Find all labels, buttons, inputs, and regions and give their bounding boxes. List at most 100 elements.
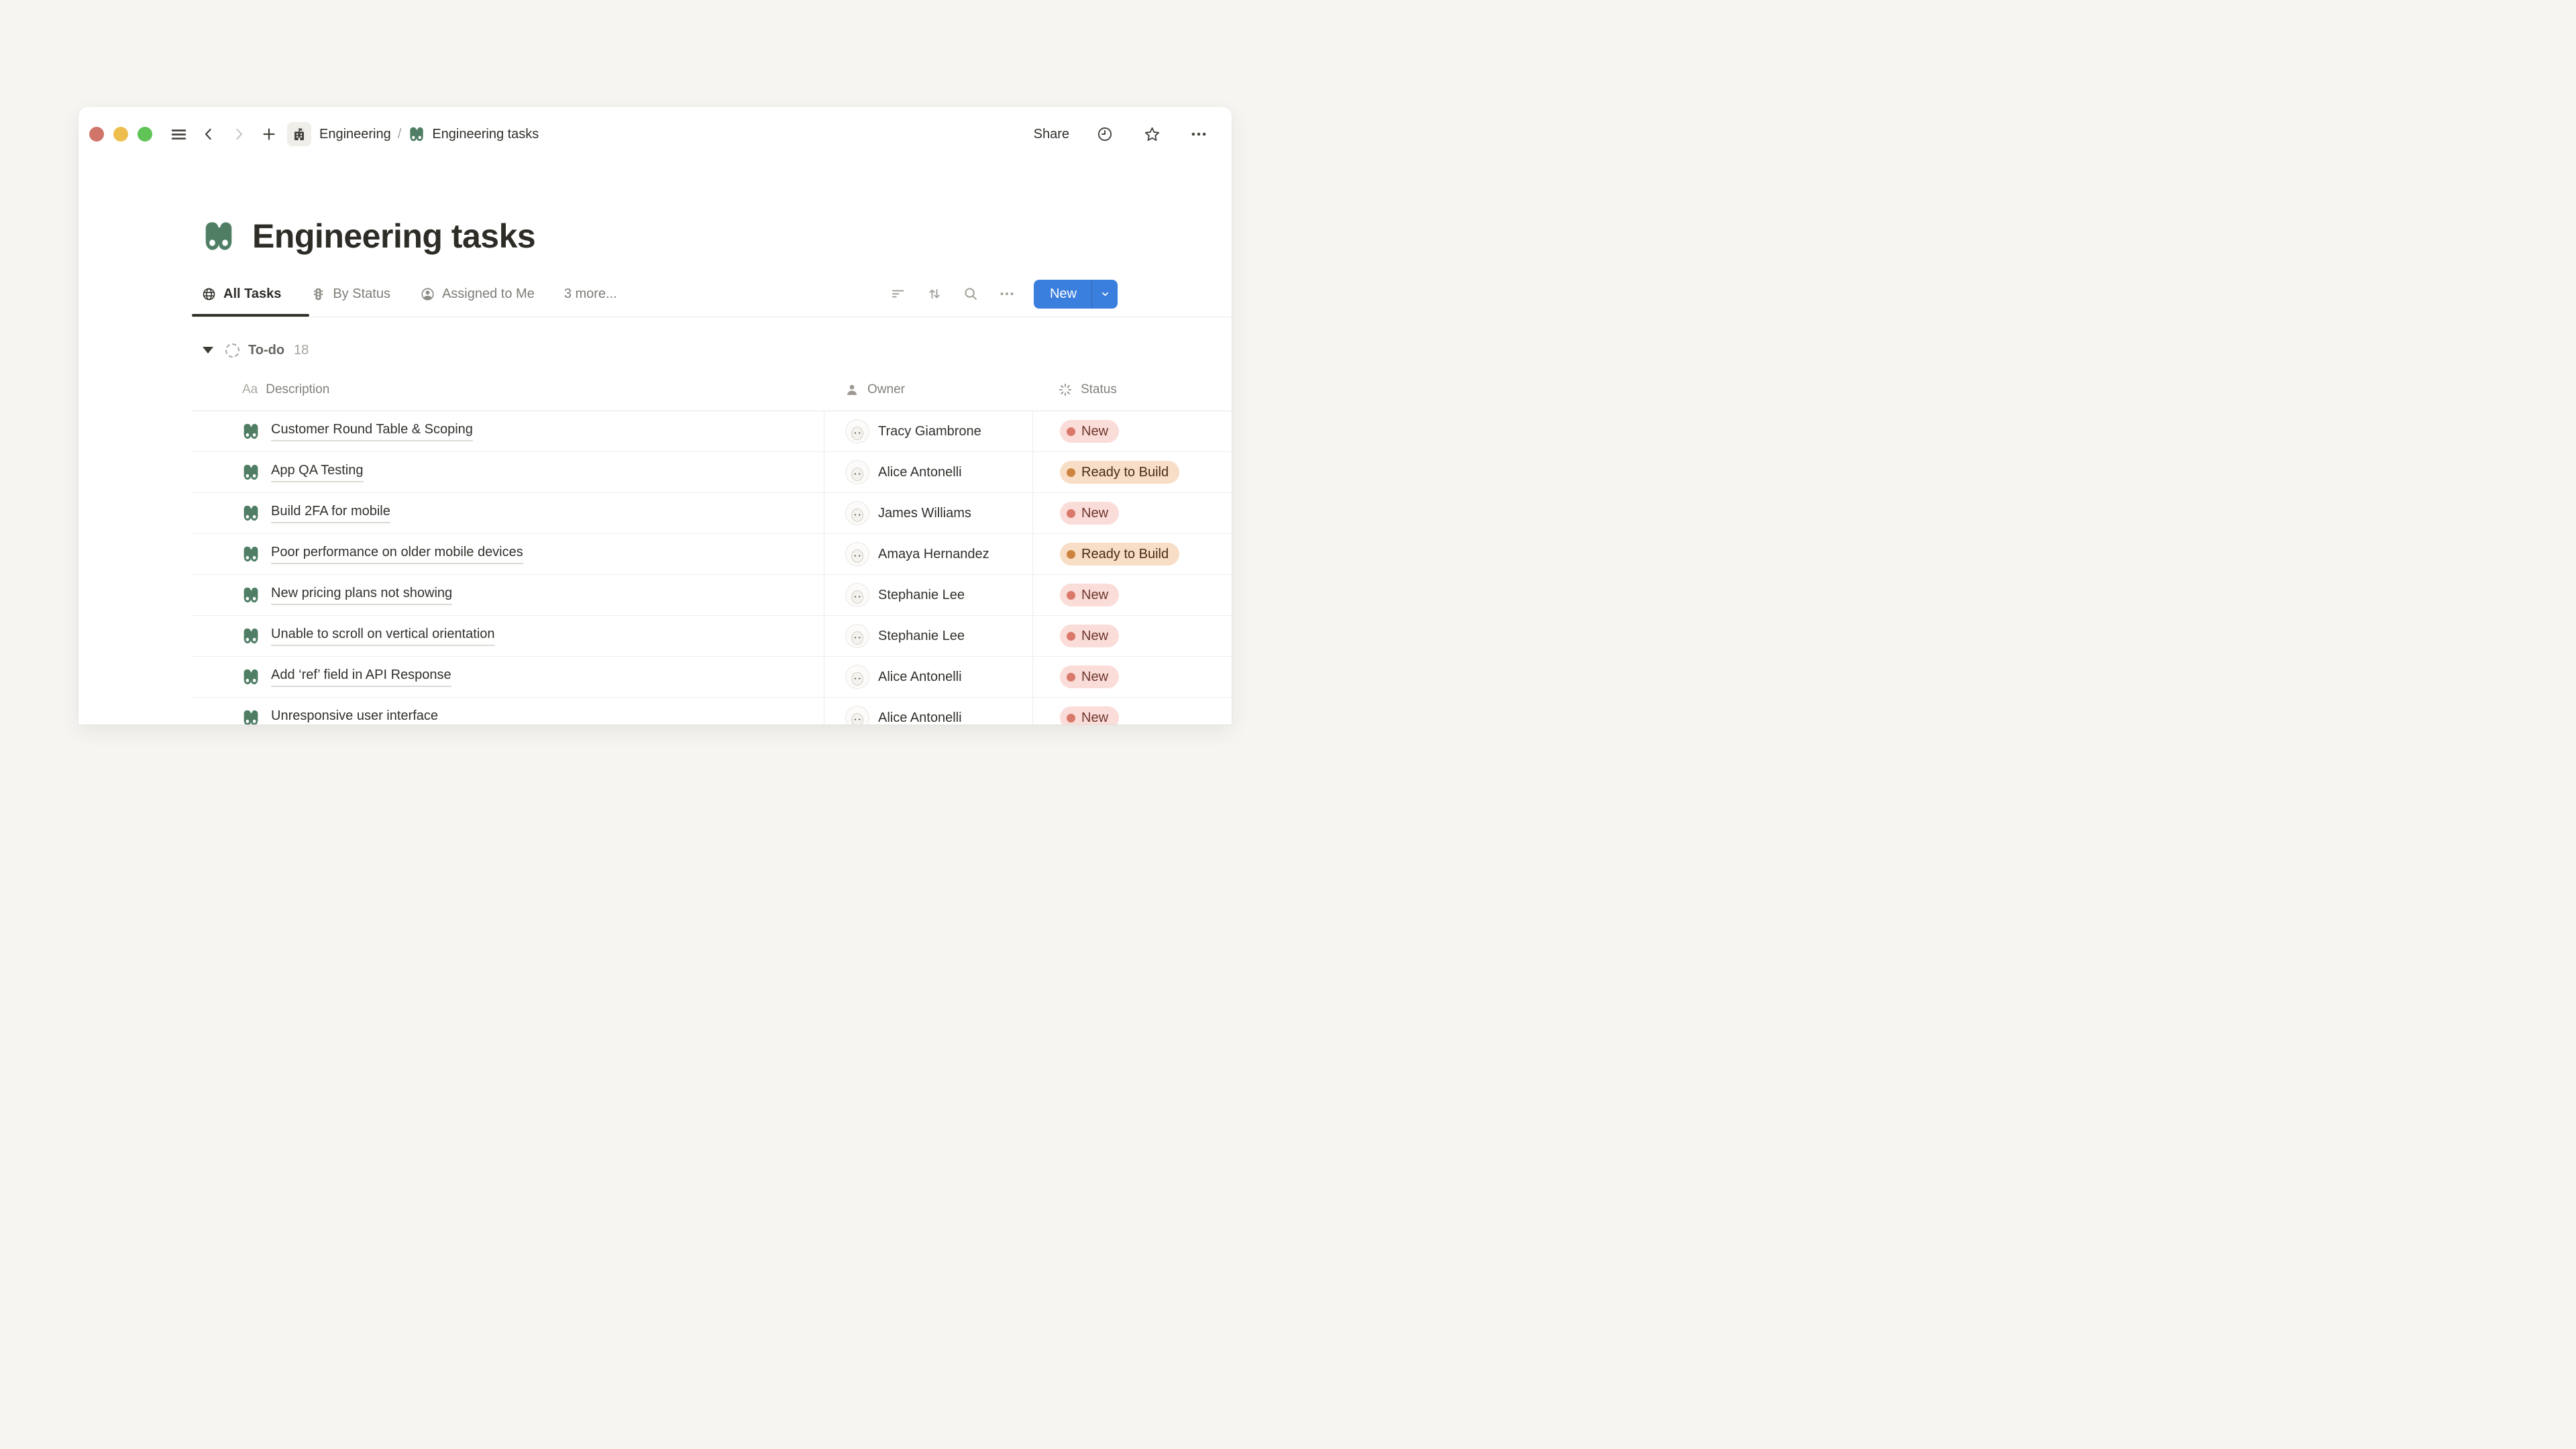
history-clock-icon[interactable] [1093, 123, 1116, 146]
favorite-star-icon[interactable] [1140, 123, 1163, 146]
page-title[interactable]: Engineering tasks [252, 217, 535, 256]
owner-cell[interactable]: Alice Antonelli [824, 452, 1032, 492]
owner-cell[interactable]: Stephanie Lee [824, 575, 1032, 615]
new-dropdown-button[interactable] [1092, 280, 1118, 309]
new-page-plus-icon[interactable] [258, 123, 280, 146]
tab-label: Assigned to Me [442, 286, 535, 302]
page-header: Engineering tasks [201, 217, 535, 255]
more-options-icon[interactable] [1187, 123, 1210, 146]
status-label: New [1081, 424, 1108, 439]
tabs-more[interactable]: 3 more... [564, 286, 617, 302]
sort-icon[interactable] [926, 286, 943, 302]
task-title[interactable]: Poor performance on older mobile devices [271, 545, 523, 564]
task-cell[interactable]: Build 2FA for mobile [192, 493, 824, 533]
page-binoculars-icon[interactable] [201, 219, 236, 254]
status-cell[interactable]: New [1032, 575, 1232, 615]
owner-cell[interactable]: Alice Antonelli [824, 698, 1032, 724]
column-header-description[interactable]: Aa Description [192, 369, 824, 411]
status-cell[interactable]: Ready to Build [1032, 534, 1232, 574]
status-cell[interactable]: New [1032, 493, 1232, 533]
task-title[interactable]: Unresponsive user interface [271, 708, 438, 725]
owner-name: Stephanie Lee [878, 629, 965, 644]
binoculars-icon [241, 586, 260, 604]
view-options-icon[interactable] [999, 286, 1015, 302]
owner-name: Amaya Hernandez [878, 547, 989, 562]
back-icon[interactable] [197, 123, 220, 146]
share-button[interactable]: Share [1034, 127, 1069, 142]
status-cell[interactable]: Ready to Build [1032, 452, 1232, 492]
owner-cell[interactable]: Amaya Hernandez [824, 534, 1032, 574]
task-cell[interactable]: Unresponsive user interface [192, 698, 824, 724]
window-topbar: Engineering / Engineering tasks Share [78, 107, 1232, 162]
person-icon [845, 382, 859, 397]
column-header-status[interactable]: Status [1032, 369, 1232, 411]
status-label: New [1081, 629, 1108, 644]
status-badge[interactable]: New [1060, 502, 1119, 525]
status-cell[interactable]: New [1032, 698, 1232, 724]
zoom-window-icon[interactable] [138, 127, 152, 142]
binoculars-icon [241, 463, 260, 482]
status-cell[interactable]: New [1032, 411, 1232, 451]
chevron-down-icon [1099, 288, 1111, 300]
task-title[interactable]: Customer Round Table & Scoping [271, 422, 473, 441]
owner-cell[interactable]: Tracy Giambrone [824, 411, 1032, 451]
task-title[interactable]: Build 2FA for mobile [271, 504, 390, 523]
status-dot-icon [1067, 427, 1075, 436]
group-count: 18 [294, 343, 309, 358]
status-badge[interactable]: New [1060, 584, 1119, 606]
task-title[interactable]: Unable to scroll on vertical orientation [271, 627, 495, 646]
table-row: Unresponsive user interface Alice Antone… [192, 698, 1232, 724]
owner-cell[interactable]: Stephanie Lee [824, 616, 1032, 656]
owner-cell[interactable]: Alice Antonelli [824, 657, 1032, 697]
task-cell[interactable]: Poor performance on older mobile devices [192, 534, 824, 574]
task-title[interactable]: New pricing plans not showing [271, 586, 452, 605]
binoculars-icon [408, 125, 425, 143]
avatar [845, 665, 869, 689]
tab-all-tasks[interactable]: All Tasks [201, 286, 281, 302]
status-badge[interactable]: New [1060, 665, 1119, 688]
status-badge[interactable]: New [1060, 706, 1119, 724]
tab-assigned-to-me[interactable]: Assigned to Me [420, 286, 535, 302]
forward-icon[interactable] [227, 123, 250, 146]
tab-by-status[interactable]: By Status [311, 286, 390, 302]
column-label: Owner [867, 382, 905, 397]
search-icon[interactable] [963, 286, 979, 302]
status-label: New [1081, 669, 1108, 685]
group-name[interactable]: To-do [248, 343, 284, 358]
status-label: New [1081, 588, 1108, 603]
avatar [845, 624, 869, 648]
status-badge[interactable]: Ready to Build [1060, 543, 1179, 566]
breadcrumb-separator: / [398, 127, 402, 142]
breadcrumb-page[interactable]: Engineering tasks [432, 127, 539, 142]
task-cell[interactable]: Add ‘ref’ field in API Response [192, 657, 824, 697]
new-button[interactable]: New [1034, 280, 1091, 309]
owner-name: Alice Antonelli [878, 669, 962, 685]
status-burst-icon [1058, 382, 1073, 397]
task-title[interactable]: App QA Testing [271, 463, 364, 482]
minimize-window-icon[interactable] [113, 127, 128, 142]
column-header-owner[interactable]: Owner [824, 369, 1032, 411]
status-dot-icon [1067, 550, 1075, 559]
task-cell[interactable]: Customer Round Table & Scoping [192, 411, 824, 451]
task-cell[interactable]: App QA Testing [192, 452, 824, 492]
task-title[interactable]: Add ‘ref’ field in API Response [271, 667, 451, 687]
status-dot-icon [1067, 673, 1075, 682]
traffic-light-icon [311, 286, 326, 302]
status-badge[interactable]: Ready to Build [1060, 461, 1179, 484]
workspace-building-icon[interactable] [287, 122, 311, 146]
filter-icon[interactable] [890, 286, 906, 302]
close-window-icon[interactable] [89, 127, 104, 142]
status-cell[interactable]: New [1032, 616, 1232, 656]
table-row: Customer Round Table & Scoping Tracy Gia… [192, 411, 1232, 452]
active-tab-underline [192, 314, 309, 317]
status-badge[interactable]: New [1060, 625, 1119, 647]
sidebar-menu-icon[interactable] [167, 123, 190, 146]
owner-cell[interactable]: James Williams [824, 493, 1032, 533]
task-cell[interactable]: New pricing plans not showing [192, 575, 824, 615]
status-cell[interactable]: New [1032, 657, 1232, 697]
breadcrumb-workspace[interactable]: Engineering [319, 127, 391, 142]
task-cell[interactable]: Unable to scroll on vertical orientation [192, 616, 824, 656]
collapse-triangle-icon[interactable] [203, 347, 213, 354]
table-row: New pricing plans not showing Stephanie … [192, 575, 1232, 616]
status-badge[interactable]: New [1060, 420, 1119, 443]
